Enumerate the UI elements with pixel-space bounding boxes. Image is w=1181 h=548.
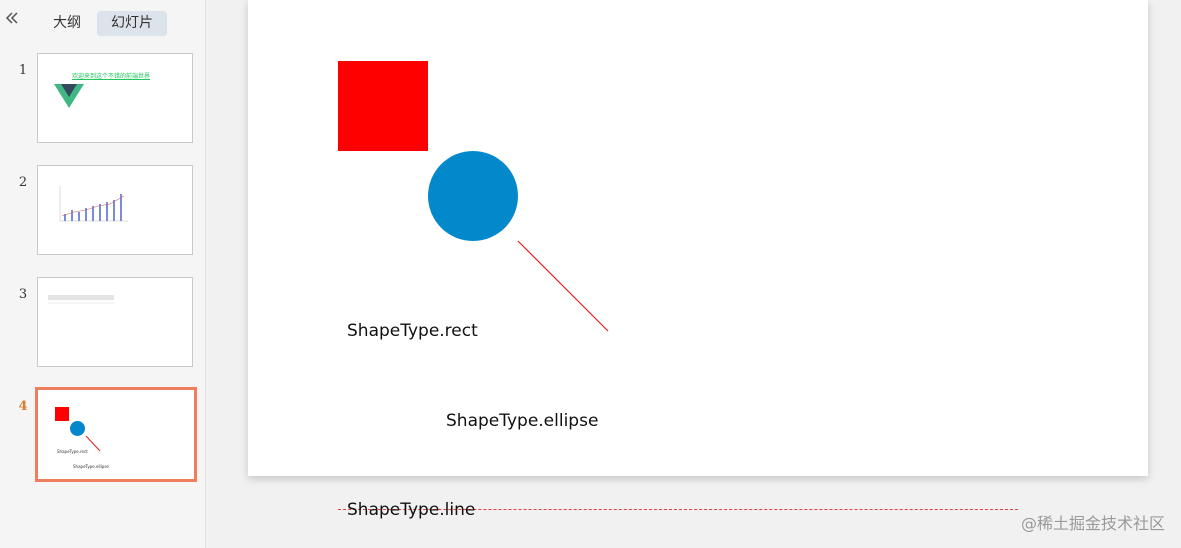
vue-logo-icon bbox=[54, 84, 84, 108]
slide-number: 3 bbox=[18, 287, 28, 302]
slide-number: 4 bbox=[18, 399, 28, 414]
slide-thumbnail-4[interactable]: ShapeType.rect ShapeType.ellipse bbox=[35, 387, 197, 482]
line-shape[interactable] bbox=[248, 0, 1148, 476]
slide-thumbnail-3[interactable] bbox=[37, 277, 193, 367]
line-label[interactable]: ShapeType.line bbox=[347, 500, 475, 520]
mini-chart-icon bbox=[59, 186, 128, 222]
slide-sidebar: 大纲 幻灯片 1 欢迎来到这个不错的前端世界 2 3 4 ShapeType.r… bbox=[0, 0, 206, 548]
collapse-sidebar-icon[interactable] bbox=[4, 10, 22, 30]
rect-label[interactable]: ShapeType.rect bbox=[347, 321, 478, 341]
slide-thumbnail-2[interactable] bbox=[37, 165, 193, 255]
mini-ellipse-label: ShapeType.ellipse bbox=[73, 464, 109, 469]
mini-table-icon bbox=[48, 295, 114, 304]
tab-outline[interactable]: 大纲 bbox=[44, 11, 90, 36]
slide-thumbnail-1[interactable]: 欢迎来到这个不错的前端世界 bbox=[37, 53, 193, 143]
slide-thumbnail-title: 欢迎来到这个不错的前端世界 bbox=[72, 73, 151, 80]
mini-rect-label: ShapeType.rect bbox=[57, 449, 88, 454]
slide-number: 2 bbox=[18, 175, 28, 190]
slide-number: 1 bbox=[18, 63, 28, 78]
ellipse-label[interactable]: ShapeType.ellipse bbox=[446, 411, 598, 431]
slide-canvas[interactable]: ShapeType.rect ShapeType.ellipse bbox=[248, 0, 1148, 476]
tab-slides[interactable]: 幻灯片 bbox=[97, 11, 167, 36]
watermark: @稀土掘金技术社区 bbox=[1020, 514, 1165, 533]
mini-line bbox=[85, 435, 101, 452]
